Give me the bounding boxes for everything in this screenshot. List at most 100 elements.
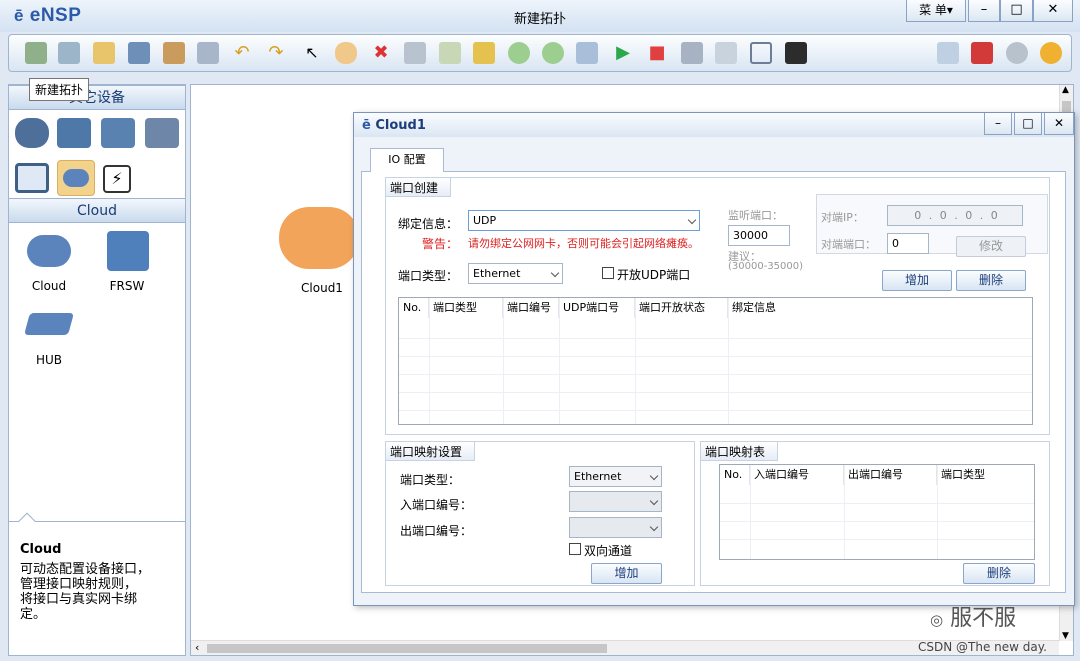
- bind-info-select[interactable]: UDP: [468, 210, 700, 231]
- out-port-select[interactable]: [569, 517, 662, 538]
- port-type-select[interactable]: Ethernet: [468, 263, 563, 284]
- port-create-title: 端口创建: [386, 177, 452, 197]
- hub-device-icon[interactable]: [24, 313, 74, 335]
- zoom-in-icon[interactable]: [508, 42, 530, 64]
- scroll-up-icon[interactable]: ▲: [1062, 85, 1069, 95]
- capture-icon[interactable]: [681, 42, 703, 64]
- delete-mapping-button[interactable]: 删除: [963, 563, 1035, 584]
- column-divider: [728, 298, 729, 424]
- dialog-minimize-button[interactable]: –: [984, 113, 1012, 135]
- listen-port-input[interactable]: 30000: [728, 225, 790, 246]
- zoom-out-icon[interactable]: [542, 42, 564, 64]
- row-divider: [399, 338, 1032, 339]
- save-icon[interactable]: [128, 42, 150, 64]
- open-udp-checkbox[interactable]: [602, 267, 614, 279]
- pc-icon[interactable]: [15, 163, 49, 193]
- switch-icon[interactable]: [57, 118, 91, 148]
- peer-port-input[interactable]: 0: [887, 233, 929, 254]
- add-mapping-button[interactable]: 增加: [591, 563, 662, 584]
- in-port-label: 入端口编号：: [400, 498, 473, 512]
- scroll-left-icon[interactable]: ‹: [195, 641, 199, 654]
- text-icon[interactable]: [439, 42, 461, 64]
- peer-ip-input[interactable]: 0 . 0 . 0 . 0: [887, 205, 1023, 226]
- tab-io-config[interactable]: IO 配置: [370, 148, 444, 172]
- undo-icon[interactable]: ↶: [231, 42, 253, 64]
- maximize-button[interactable]: □: [1000, 0, 1033, 22]
- dialog-close-button[interactable]: ✕: [1044, 113, 1074, 135]
- cloud-category-icon[interactable]: [57, 160, 95, 196]
- column-divider: [937, 465, 938, 559]
- watermark-brand: ◎ 服不服: [930, 606, 1017, 631]
- redo-icon[interactable]: ↷: [265, 42, 287, 64]
- help-icon[interactable]: [1040, 42, 1062, 64]
- cloud1-node-label: Cloud1: [301, 281, 343, 295]
- description-line: 管理接口映射规则，: [20, 577, 138, 592]
- open-icon[interactable]: [93, 42, 115, 64]
- shape-icon[interactable]: [473, 42, 495, 64]
- modify-button[interactable]: 修改: [956, 236, 1026, 257]
- frsw-device-label: FRSW: [109, 279, 145, 293]
- router-icon[interactable]: [15, 118, 49, 148]
- warning-label: 警告：: [422, 237, 459, 251]
- row-divider: [720, 503, 1034, 504]
- port-create-group: 端口创建 绑定信息： UDP 警告： 请勿绑定公网网卡，否则可能会引起网络瘫痪。…: [385, 177, 1050, 435]
- power-icon[interactable]: ⚡: [103, 165, 131, 193]
- in-port-select[interactable]: [569, 491, 662, 512]
- delete-icon[interactable]: ✖: [370, 42, 392, 64]
- close-button[interactable]: ✕: [1033, 0, 1073, 22]
- watermark-credit: CSDN @The new day.: [918, 640, 1047, 654]
- scroll-down-icon[interactable]: ▼: [1062, 631, 1069, 641]
- row-divider: [399, 410, 1032, 411]
- delete-link-icon[interactable]: [404, 42, 426, 64]
- topology-icon[interactable]: [715, 42, 737, 64]
- frsw-device-icon[interactable]: [107, 231, 149, 271]
- row-divider: [399, 356, 1032, 357]
- h-scroll-thumb[interactable]: [207, 644, 607, 653]
- row-divider: [399, 374, 1032, 375]
- print-icon[interactable]: [197, 42, 219, 64]
- huawei-icon[interactable]: [971, 42, 993, 64]
- column-divider: [844, 465, 845, 559]
- chat-icon[interactable]: [937, 42, 959, 64]
- description-title: Cloud: [20, 542, 62, 557]
- gear-icon[interactable]: [1006, 42, 1028, 64]
- screenshot-icon[interactable]: [785, 42, 807, 64]
- grid-icon[interactable]: [750, 42, 772, 64]
- new-topology-icon[interactable]: [25, 42, 47, 64]
- description-text: 可动态配置设备接口， 管理接口映射规则， 将接口与真实网卡绑 定。: [20, 562, 150, 622]
- save-as-icon[interactable]: [163, 42, 185, 64]
- column-divider: [429, 298, 430, 424]
- dialog-title: ē Cloud1: [362, 118, 426, 133]
- column-divider: [750, 465, 751, 559]
- description-box: Cloud 可动态配置设备接口， 管理接口映射规则， 将接口与真实网卡绑 定。: [8, 512, 186, 656]
- column-header: 端口编号: [503, 298, 559, 318]
- port-type-label: 端口类型：: [398, 269, 459, 283]
- row-divider: [720, 521, 1034, 522]
- description-line: 将接口与真实网卡绑: [20, 592, 138, 607]
- wireless-icon[interactable]: [101, 118, 135, 148]
- minimize-button[interactable]: –: [968, 0, 1000, 22]
- menu-button[interactable]: 菜 单▾: [906, 0, 966, 22]
- start-icon[interactable]: ▶: [612, 42, 634, 64]
- hand-icon[interactable]: [335, 42, 357, 64]
- delete-port-button[interactable]: 删除: [956, 270, 1026, 291]
- fit-icon[interactable]: [576, 42, 598, 64]
- column-divider: [635, 298, 636, 424]
- port-mapping-settings-title: 端口映射设置: [386, 441, 476, 461]
- map-port-type-select[interactable]: Ethernet: [569, 466, 662, 487]
- dialog-maximize-button[interactable]: □: [1014, 113, 1042, 135]
- add-port-button[interactable]: 增加: [882, 270, 952, 291]
- firewall-icon[interactable]: [145, 118, 179, 148]
- port-table[interactable]: No. 端口类型 端口编号 UDP端口号 端口开放状态 绑定信息: [398, 297, 1033, 425]
- cloud1-node-icon[interactable]: [279, 207, 359, 269]
- mapping-table[interactable]: No. 入端口编号 出端口编号 端口类型: [719, 464, 1035, 560]
- port-mapping-table-group: 端口映射表 No. 入端口编号 出端口编号 端口类型 删除: [700, 441, 1050, 586]
- chevron-down-icon: [550, 268, 560, 278]
- column-header: 入端口编号: [750, 465, 844, 485]
- select-icon[interactable]: ↖: [301, 42, 323, 64]
- cloud-device-icon[interactable]: [27, 235, 71, 267]
- new-lab-icon[interactable]: [58, 42, 80, 64]
- bidirectional-checkbox[interactable]: [569, 543, 581, 555]
- stop-icon[interactable]: ■: [646, 42, 668, 64]
- column-header: UDP端口号: [559, 298, 635, 318]
